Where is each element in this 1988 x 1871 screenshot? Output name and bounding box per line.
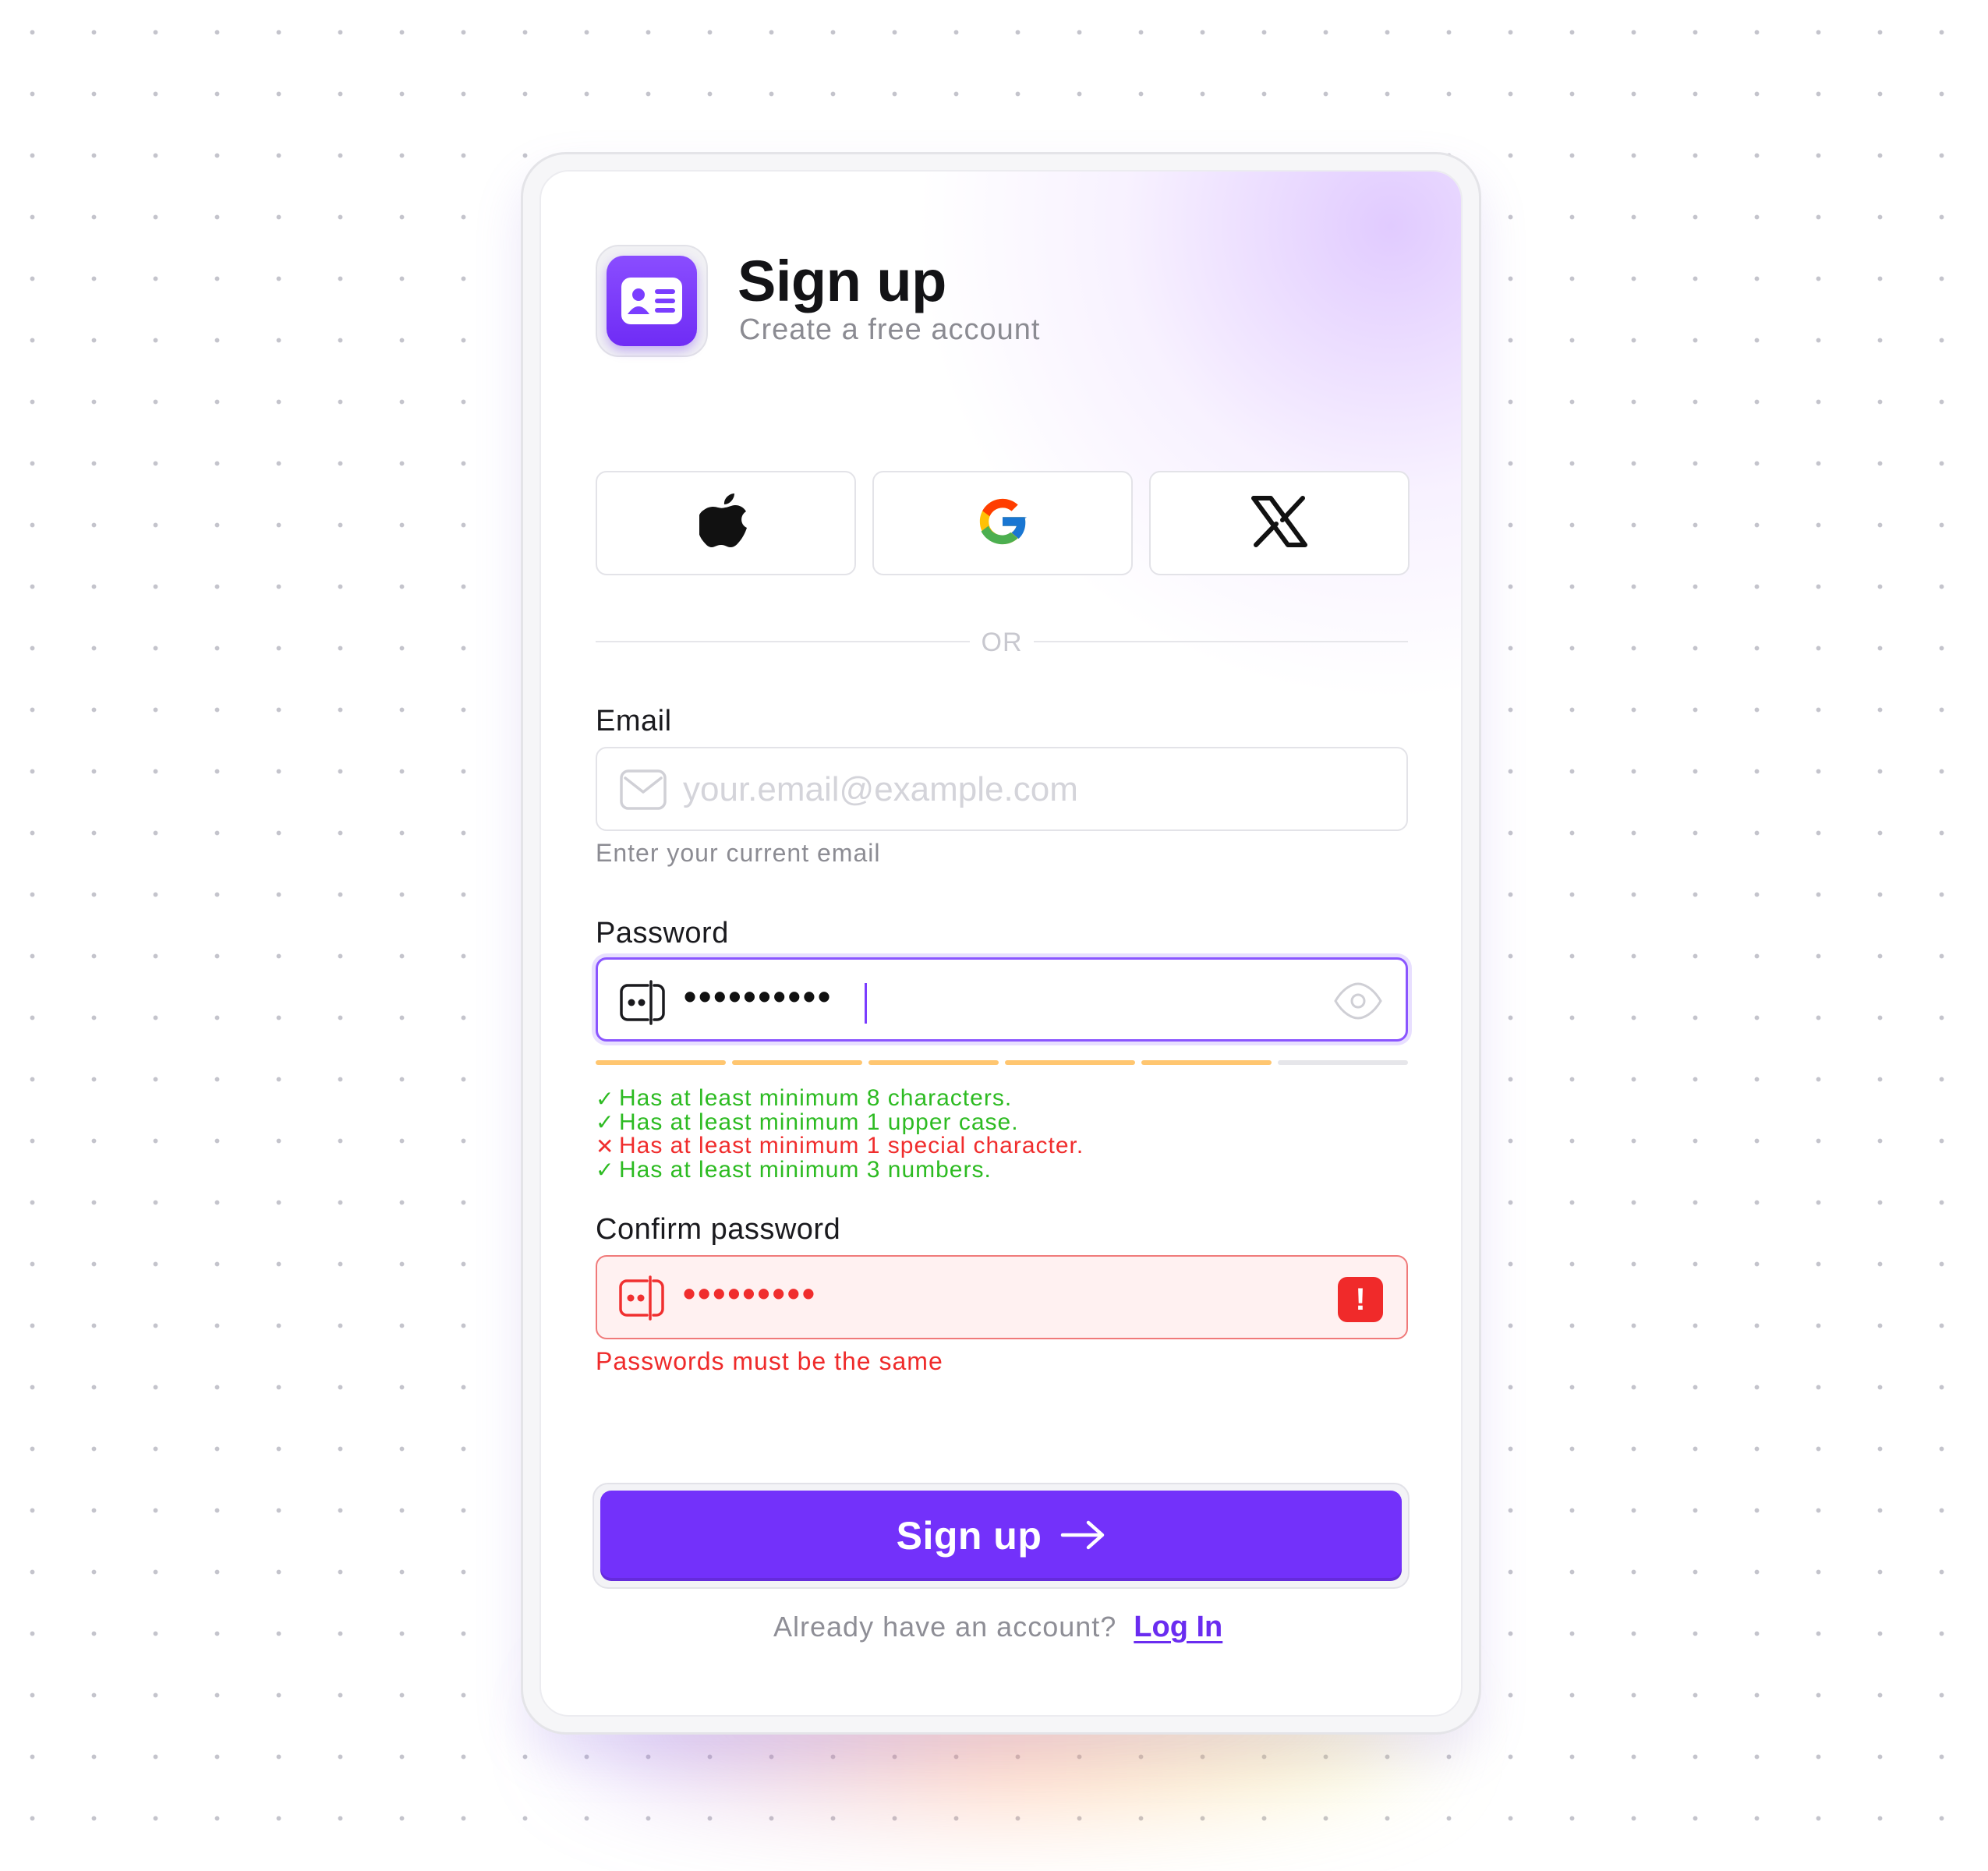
confirm-password-field[interactable]: ••••••••• ! xyxy=(596,1255,1408,1339)
sign-up-button[interactable]: Sign up xyxy=(600,1491,1402,1581)
requirement-text: Has at least minimum 3 numbers. xyxy=(619,1156,992,1183)
text-caret xyxy=(865,983,867,1024)
requirement-text: Has at least minimum 1 special character… xyxy=(619,1133,1084,1158)
eye-icon[interactable] xyxy=(1332,981,1384,1024)
password-label: Password xyxy=(596,917,729,950)
check-icon: ✓ xyxy=(596,1086,615,1111)
email-field-container xyxy=(596,747,1408,831)
requirement-text: Has at least minimum 8 characters. xyxy=(619,1085,1013,1111)
page-title: Sign up xyxy=(738,249,946,313)
id-card-icon xyxy=(607,256,697,346)
x-icon xyxy=(1251,495,1307,551)
google-icon xyxy=(973,492,1032,555)
requirement-text: Has at least minimum 1 upper case. xyxy=(619,1109,1019,1135)
password-key-icon xyxy=(617,1275,669,1325)
error-icon: ! xyxy=(1338,1277,1383,1322)
login-link[interactable]: Log In xyxy=(1134,1611,1222,1644)
password-value: •••••••••• xyxy=(684,976,833,1017)
sign-up-button-label: Sign up xyxy=(896,1514,1042,1558)
strength-segment-filled xyxy=(1141,1060,1272,1065)
password-requirement: ✓ Has at least minimum 8 characters. xyxy=(596,1085,1012,1112)
login-prompt: Already have an account? Log In xyxy=(773,1611,1222,1644)
confirm-password-error: Passwords must be the same xyxy=(596,1347,943,1375)
x-signin-button[interactable] xyxy=(1149,471,1410,575)
password-requirement: ✓ Has at least minimum 3 numbers. xyxy=(596,1157,992,1183)
cross-icon: ✕ xyxy=(596,1134,615,1158)
email-hint: Enter your current email xyxy=(596,839,881,867)
apple-signin-button[interactable] xyxy=(596,471,856,575)
envelope-icon xyxy=(619,769,667,815)
email-label: Email xyxy=(596,705,672,737)
login-prompt-text: Already have an account? xyxy=(773,1611,1117,1643)
check-icon: ✓ xyxy=(596,1158,615,1182)
divider-line-right xyxy=(1034,641,1408,642)
password-requirement: ✓ Has at least minimum 1 upper case. xyxy=(596,1109,1019,1136)
password-field[interactable]: •••••••••• xyxy=(596,957,1408,1042)
strength-segment-filled xyxy=(868,1060,999,1065)
check-icon: ✓ xyxy=(596,1110,615,1134)
divider-label: OR xyxy=(981,628,1023,657)
page-subtitle: Create a free account xyxy=(739,313,1041,346)
confirm-password-label: Confirm password xyxy=(596,1213,841,1246)
apple-icon xyxy=(697,491,752,556)
submit-button-container: Sign up xyxy=(593,1483,1410,1589)
arrow-right-icon xyxy=(1060,1519,1105,1553)
email-input[interactable] xyxy=(681,766,1386,814)
app-icon-container xyxy=(596,245,708,357)
password-requirement: ✕ Has at least minimum 1 special characte… xyxy=(596,1133,1084,1159)
password-key-icon xyxy=(618,980,670,1029)
strength-segment-empty xyxy=(1278,1060,1408,1065)
divider-line-left xyxy=(596,641,970,642)
google-signin-button[interactable] xyxy=(872,471,1133,575)
strength-segment-filled xyxy=(732,1060,862,1065)
strength-segment-filled xyxy=(596,1060,726,1065)
strength-segment-filled xyxy=(1005,1060,1135,1065)
confirm-password-value: ••••••••• xyxy=(683,1273,817,1314)
